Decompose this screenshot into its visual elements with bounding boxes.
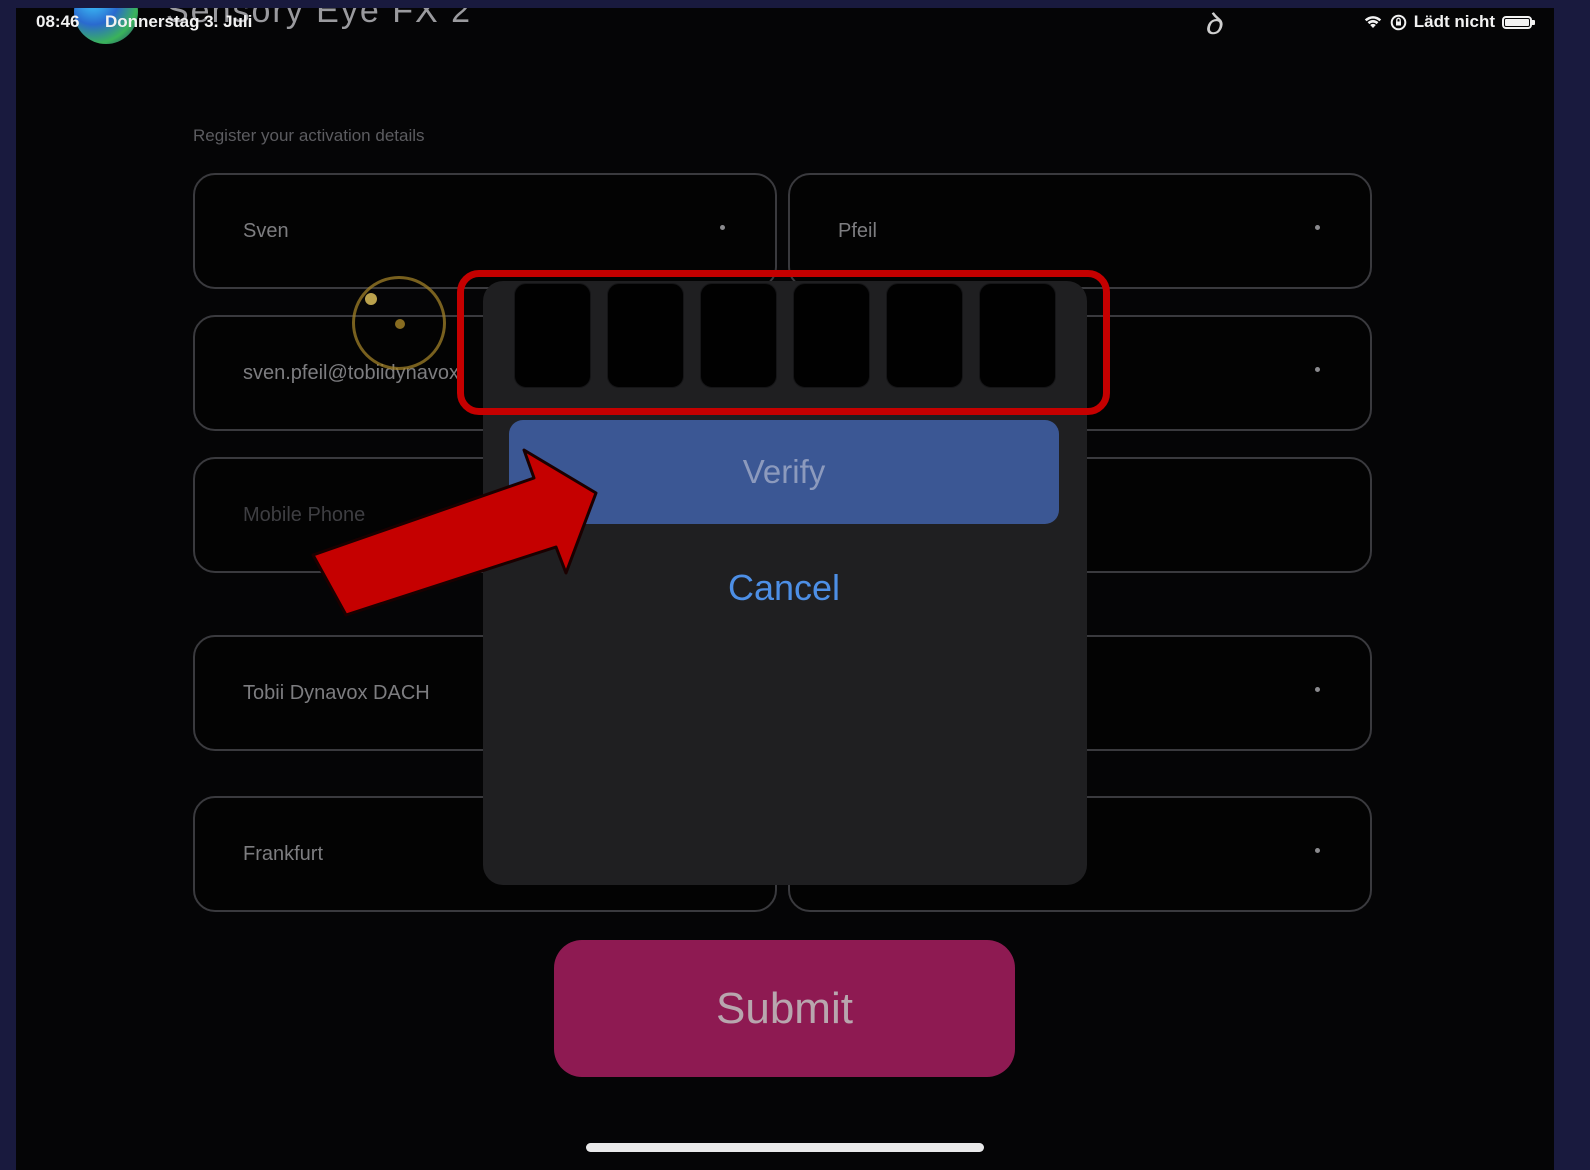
annotation-arrow-icon xyxy=(311,448,598,617)
charging-status: Lädt nicht xyxy=(1413,12,1495,31)
last-name-value: Pfeil xyxy=(838,220,877,242)
wifi-icon xyxy=(1364,16,1381,28)
section-label: Register your activation details xyxy=(193,126,425,145)
brand-signature-icon: ꝺ xyxy=(1204,8,1222,42)
required-indicator xyxy=(720,225,725,230)
city-value: Frankfurt xyxy=(243,843,324,865)
required-indicator xyxy=(1315,225,1320,230)
required-indicator xyxy=(1315,367,1320,372)
app-screen: Sensory Eye FX 2 08:46 Donnerstag 3. Jul… xyxy=(16,8,1554,1170)
gaze-cursor-icon xyxy=(352,276,446,370)
status-bar: Sensory Eye FX 2 08:46 Donnerstag 3. Jul… xyxy=(16,8,1554,52)
status-indicators: Lädt nicht xyxy=(1363,12,1535,32)
battery-icon xyxy=(1502,15,1535,29)
required-indicator xyxy=(1315,687,1320,692)
gaze-cursor-center xyxy=(395,319,405,329)
status-date: Donnerstag 3. Juli xyxy=(105,12,253,31)
annotation-highlight-box xyxy=(457,270,1110,415)
home-indicator[interactable] xyxy=(586,1143,984,1152)
first-name-value: Sven xyxy=(243,220,289,242)
organization-value: Tobii Dynavox DACH xyxy=(243,682,430,704)
gaze-cursor-spark xyxy=(365,293,377,305)
required-indicator xyxy=(1315,848,1320,853)
status-time: 08:46 xyxy=(36,12,80,31)
orientation-lock-icon xyxy=(1390,14,1407,30)
submit-button[interactable]: Submit xyxy=(554,940,1015,1077)
